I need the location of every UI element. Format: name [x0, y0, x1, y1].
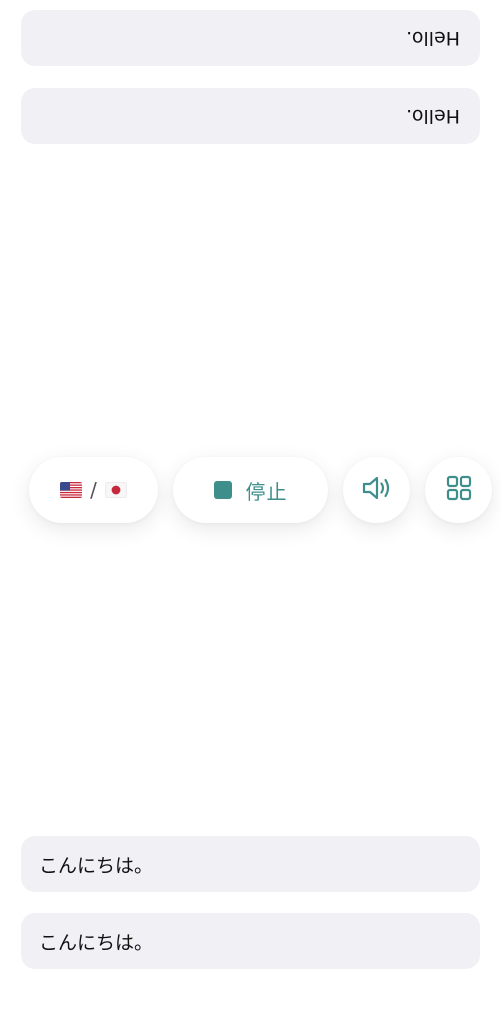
grid-icon — [446, 475, 472, 505]
speaker-icon — [361, 474, 393, 506]
menu-grid-button[interactable] — [425, 457, 492, 523]
user-message-text: こんにちは。 — [39, 931, 154, 954]
partner-message-text: Hello. — [406, 27, 460, 49]
partner-message-bubble: Hello. — [21, 88, 480, 144]
jp-flag-icon — [104, 482, 127, 498]
speaker-button[interactable] — [343, 457, 410, 523]
language-separator: / — [90, 478, 97, 502]
partner-message-text: Hello. — [406, 105, 460, 127]
stop-icon — [213, 481, 232, 499]
user-message-text: こんにちは。 — [39, 854, 154, 877]
stop-button[interactable]: 停止 — [173, 457, 328, 523]
stop-label: 停止 — [245, 479, 288, 504]
partner-message-bubble: Hello. — [21, 10, 480, 66]
user-message-bubble: こんにちは。 — [21, 913, 480, 969]
us-flag-icon — [60, 482, 83, 498]
user-message-bubble: こんにちは。 — [21, 836, 480, 892]
language-switch-button[interactable]: / — [29, 457, 158, 523]
